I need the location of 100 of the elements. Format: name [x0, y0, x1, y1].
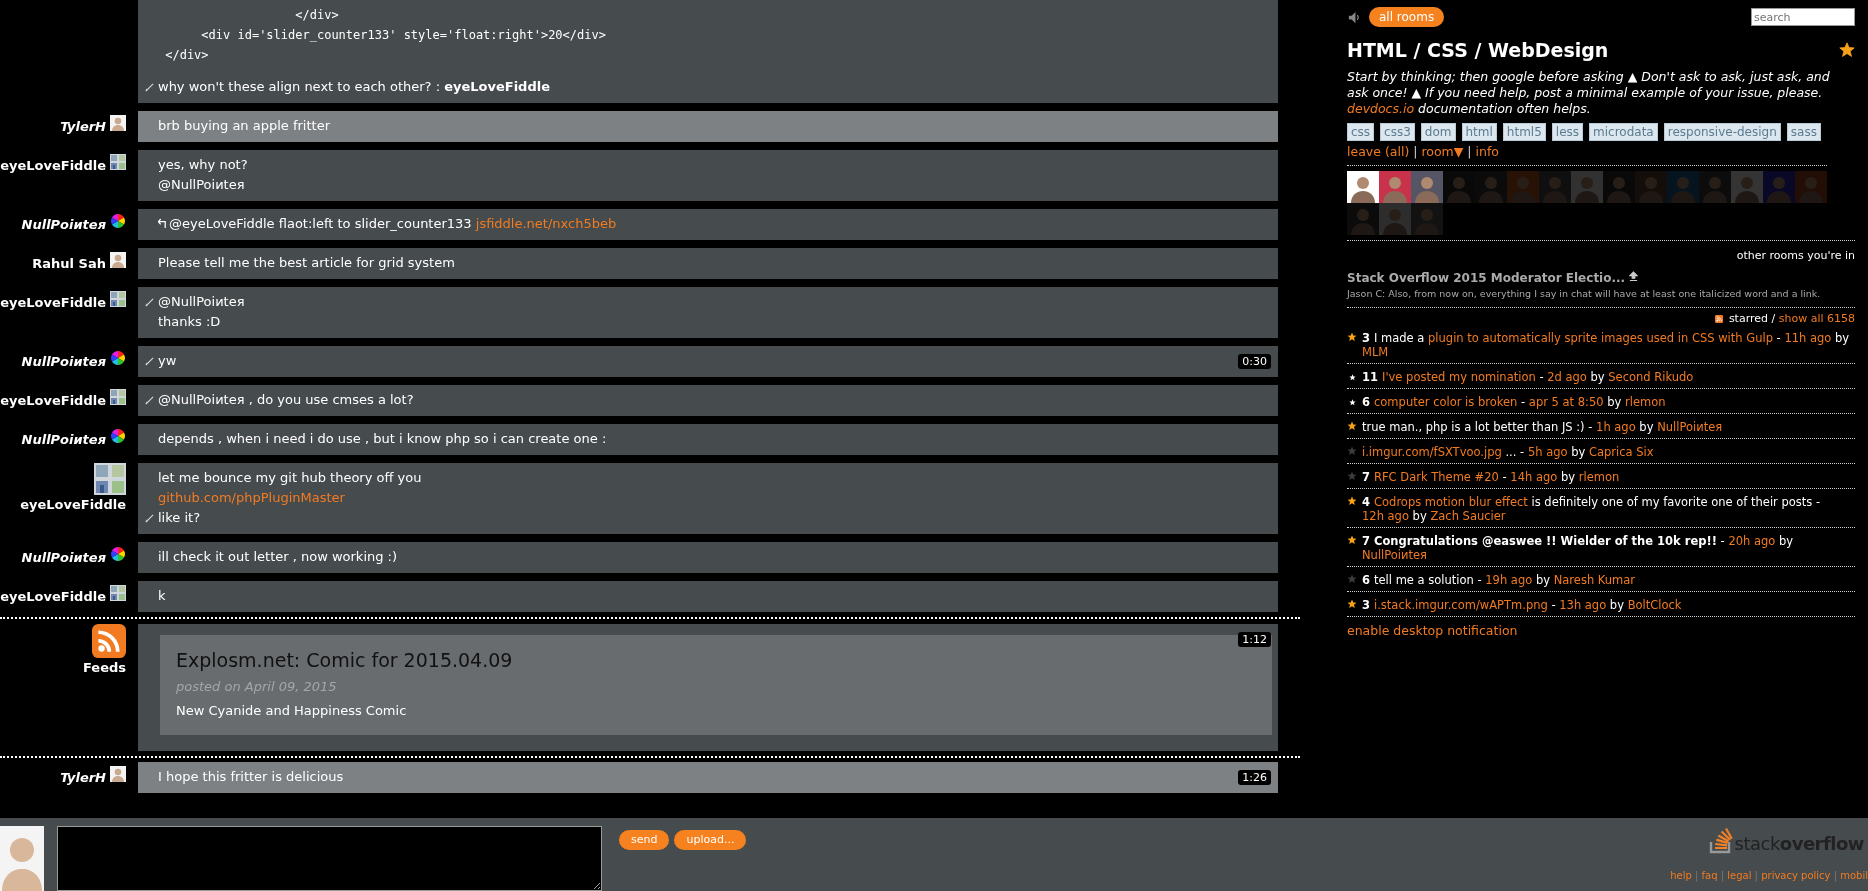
link[interactable]: 20h ago — [1728, 534, 1776, 548]
link[interactable]: leave — [1347, 144, 1381, 159]
notification-link[interactable]: enable desktop notification — [1347, 623, 1855, 638]
tag[interactable]: microdata — [1589, 123, 1658, 141]
star-icon[interactable] — [1347, 599, 1357, 609]
link[interactable]: 14h ago — [1510, 470, 1558, 484]
link[interactable]: 13h ago — [1559, 598, 1607, 612]
room-name[interactable]: Stack Overflow 2015 Moderator Electio... — [1347, 271, 1626, 285]
color-wheel-icon[interactable] — [110, 428, 126, 444]
link[interactable]: Codrops motion blur effect — [1374, 495, 1528, 509]
link[interactable]: RFC Dark Theme #20 — [1374, 470, 1499, 484]
tag[interactable]: less — [1551, 123, 1584, 141]
link[interactable]: plugin to automatically sprite images used in CSS with Gulp — [1428, 331, 1773, 345]
user-avatar[interactable] — [110, 115, 126, 131]
color-wheel-icon[interactable] — [110, 213, 126, 229]
tag[interactable]: css3 — [1380, 123, 1415, 141]
link[interactable]: 11h ago — [1784, 331, 1832, 345]
link[interactable]: NullPoiиteя — [1657, 420, 1723, 434]
room-description: Start by thinking; then google before asking ▲ Don't ask to ask, just ask, and ask once! ▲ If you need help, post a minimal example of your issue, please. devdocs.io documentation often helps. — [1347, 69, 1831, 117]
tag[interactable]: css — [1347, 123, 1375, 141]
link[interactable]: devdocs.io — [1347, 101, 1415, 116]
color-wheel-icon[interactable] — [110, 350, 126, 366]
user-avatar — [0, 826, 44, 891]
checkmark-icon[interactable] — [145, 514, 154, 523]
checkmark-icon[interactable] — [145, 83, 154, 92]
star-icon[interactable] — [1348, 399, 1356, 406]
link[interactable]: i.stack.imgur.com/wAPTm.png — [1374, 598, 1548, 612]
link[interactable]: 19h ago — [1485, 573, 1533, 587]
starred-heading: starred / show all 6158 — [1728, 312, 1855, 325]
link[interactable]: (all) — [1380, 144, 1414, 159]
link[interactable]: rlemon — [1578, 470, 1620, 484]
starred-message: 3 I made a plugin to automatically sprite images used in CSS with Gulp - 11h ago by MLM — [1362, 331, 1851, 359]
username[interactable]: Feeds — [82, 660, 126, 675]
checkmark-icon[interactable] — [145, 298, 154, 307]
code-line: <div id='slider_counter133' style='float:right'>20</div> — [200, 28, 606, 42]
link[interactable]: 5h ago — [1527, 445, 1568, 459]
message-text: k — [158, 588, 166, 603]
logo-icon[interactable] — [1708, 826, 1733, 854]
username[interactable]: eyeLoveFiddle — [0, 585, 106, 604]
color-wheel-icon[interactable] — [110, 546, 126, 562]
link[interactable]: Naresh Kumar — [1553, 573, 1636, 587]
username[interactable]: Rahul Sah — [32, 252, 106, 271]
tag[interactable]: html — [1461, 123, 1497, 141]
rss-icon[interactable] — [1714, 314, 1723, 323]
link[interactable]: computer color is broken — [1374, 395, 1518, 409]
user-avatar[interactable] — [1411, 171, 1443, 203]
username[interactable]: NullPoiиteя — [21, 428, 106, 447]
link[interactable]: 2d ago — [1547, 370, 1587, 384]
feed-title[interactable]: Explosm.net: Comic for 2015.04.09 — [176, 647, 1256, 673]
link[interactable]: Zach Saucier — [1430, 509, 1506, 523]
star-icon[interactable] — [1348, 374, 1356, 381]
search-field[interactable]: search — [1751, 8, 1855, 26]
message-text: I hope this fritter is delicious — [158, 769, 344, 784]
message-text: yes, why not? — [158, 157, 248, 172]
username[interactable]: NullPoiиteя — [21, 546, 106, 565]
username[interactable]: NullPoiиteя — [21, 213, 106, 232]
star-icon[interactable] — [1839, 42, 1855, 58]
star-icon[interactable] — [1347, 421, 1357, 431]
link[interactable]: 12h ago — [1362, 509, 1409, 523]
tag[interactable]: sass — [1786, 123, 1821, 141]
star-icon[interactable] — [1347, 574, 1357, 584]
star-icon[interactable] — [1347, 471, 1357, 481]
checkmark-icon[interactable] — [145, 357, 154, 366]
star-icon[interactable] — [1347, 446, 1357, 456]
link[interactable]: 1h ago — [1596, 420, 1636, 434]
star-icon[interactable] — [1347, 332, 1357, 342]
link[interactable]: rlemon — [1625, 395, 1666, 409]
message-text: thanks :D — [158, 314, 221, 329]
starred-message: 7 Congratulations @easwee !! Wielder of the 10k rep!! - 20h ago by NullPoiиteя — [1362, 534, 1795, 562]
link[interactable]: info — [1475, 144, 1499, 159]
username[interactable]: TylerH — [60, 766, 106, 785]
star-icon[interactable] — [1347, 496, 1357, 506]
link[interactable]: Second Rikudo — [1608, 370, 1694, 384]
message-text: why won't these align next to each other? : eyeLoveFiddle — [158, 79, 550, 94]
username[interactable]: NullPoiиteя — [21, 350, 106, 369]
link[interactable]: NullPoiиteя — [1362, 548, 1427, 562]
link[interactable]: show all 6158 — [1778, 312, 1855, 325]
tag[interactable]: html5 — [1502, 123, 1546, 141]
link[interactable]: Caprica Six — [1588, 445, 1654, 459]
username[interactable]: eyeLoveFiddle — [0, 291, 106, 310]
link[interactable]: i.imgur.com/fSXTvoo.jpg — [1362, 445, 1502, 459]
username[interactable]: eyeLoveFiddle — [0, 389, 106, 408]
link[interactable]: BoltClock — [1627, 598, 1682, 612]
user-avatar[interactable] — [110, 766, 126, 782]
link[interactable]: room▼ — [1421, 144, 1464, 159]
tag[interactable]: responsive-design — [1663, 123, 1781, 141]
user-avatar[interactable] — [110, 252, 126, 268]
link[interactable]: apr 5 at 8:50 — [1528, 395, 1604, 409]
tag[interactable]: dom — [1420, 123, 1456, 141]
reply-arrow-icon[interactable] — [158, 218, 167, 229]
link[interactable]: I've posted my nomination — [1382, 370, 1536, 384]
link[interactable]: MLM — [1362, 345, 1389, 359]
checkmark-icon[interactable] — [145, 396, 154, 405]
user-avatar[interactable] — [1347, 171, 1379, 203]
message-input[interactable] — [57, 826, 602, 891]
username[interactable]: TylerH — [60, 115, 106, 134]
username[interactable]: eyeLoveFiddle — [20, 497, 126, 512]
username[interactable]: eyeLoveFiddle — [0, 154, 106, 173]
star-icon[interactable] — [1347, 535, 1357, 545]
arrow-up-icon[interactable] — [1629, 271, 1639, 282]
